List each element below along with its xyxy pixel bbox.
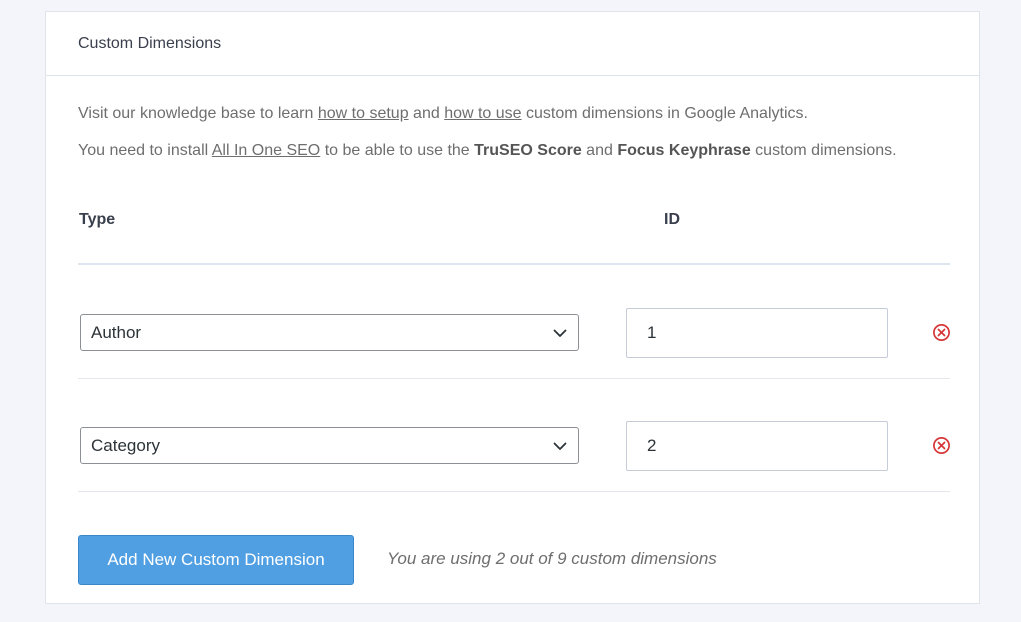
- dimension-type-select[interactable]: Author: [80, 314, 579, 351]
- text-fragment: You need to install: [78, 142, 212, 159]
- chevron-down-icon: [553, 442, 567, 450]
- text-fragment: to be able to use the: [320, 142, 475, 159]
- select-value: Author: [91, 322, 142, 342]
- text-fragment: Visit our knowledge base to learn: [78, 105, 318, 122]
- dimension-row: Author 1: [78, 265, 950, 379]
- input-value: 1: [647, 323, 657, 342]
- how-to-use-link[interactable]: how to use: [444, 105, 521, 122]
- dimension-type-select[interactable]: Category: [80, 427, 579, 464]
- panel-header: Custom Dimensions: [46, 12, 979, 76]
- row-divider: [78, 491, 950, 492]
- select-value: Category: [91, 435, 160, 455]
- knowledge-base-text: Visit our knowledge base to learn how to…: [78, 101, 950, 127]
- dimension-row: Category 2: [78, 378, 950, 492]
- text-fragment: custom dimensions in Google Analytics.: [521, 105, 808, 122]
- text-fragment: and: [581, 142, 618, 159]
- text-fragment: and: [408, 105, 445, 122]
- truseo-score-label: TruSEO Score: [474, 142, 582, 159]
- custom-dimensions-panel: Custom Dimensions Visit our knowledge ba…: [45, 11, 980, 604]
- input-value: 2: [647, 436, 657, 455]
- column-header-id: ID: [664, 211, 680, 228]
- usage-count-text: You are using 2 out of 9 custom dimensio…: [387, 549, 717, 568]
- panel-title: Custom Dimensions: [78, 34, 222, 52]
- text-fragment: custom dimensions.: [750, 142, 897, 159]
- all-in-one-seo-link[interactable]: All In One SEO: [212, 142, 321, 159]
- column-header-type: Type: [79, 211, 116, 228]
- add-custom-dimension-button[interactable]: Add New Custom Dimension: [78, 535, 354, 585]
- aioseo-notice-text: You need to install All In One SEO to be…: [78, 138, 898, 164]
- remove-circle-x-icon[interactable]: [932, 323, 951, 342]
- dimension-id-input[interactable]: 1: [626, 308, 888, 358]
- dimension-id-input[interactable]: 2: [626, 421, 888, 471]
- focus-keyphrase-label: Focus Keyphrase: [617, 142, 751, 159]
- how-to-setup-link[interactable]: how to setup: [318, 105, 409, 122]
- chevron-down-icon: [553, 329, 567, 337]
- remove-circle-x-icon[interactable]: [932, 436, 951, 455]
